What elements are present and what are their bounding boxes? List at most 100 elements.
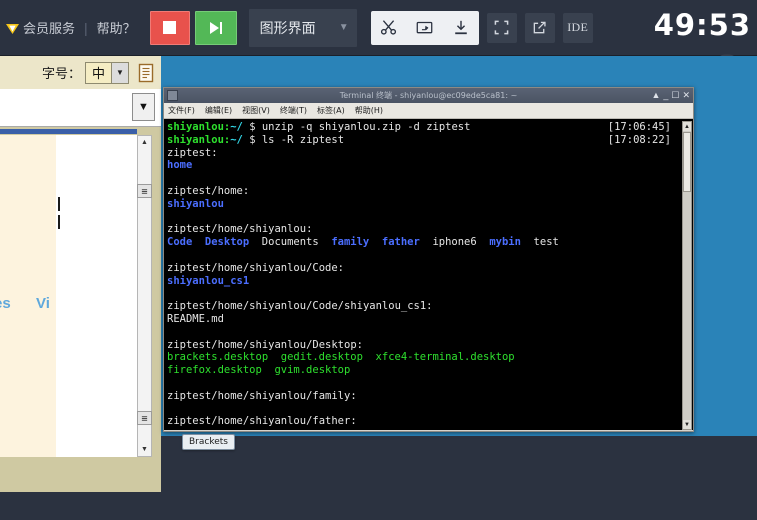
terminal-line: ziptest/home/shiyanlou: — [167, 223, 693, 236]
terminal-line: ziptest: — [167, 147, 693, 160]
font-size-select[interactable]: 中 ▼ — [84, 61, 129, 84]
external-link-icon[interactable] — [524, 12, 555, 43]
maximize-button[interactable]: ☐ — [671, 91, 679, 100]
chevron-down-icon[interactable]: ▼ — [132, 93, 155, 121]
stop-button[interactable] — [149, 10, 190, 45]
scroll-down-arrow-icon[interactable]: ▼ — [138, 443, 151, 456]
scroll-up-arrow-icon[interactable]: ▲ — [683, 122, 691, 131]
minimize-button[interactable]: _ — [663, 91, 668, 100]
text-caret — [58, 197, 60, 211]
terminal-line: ziptest/home/shiyanlou/Code: — [167, 262, 693, 275]
menu-file[interactable]: 文件(F) — [168, 105, 195, 116]
terminal-listing-item: gvim.desktop — [274, 364, 351, 377]
terminal-line: shiyanlou_cs1 — [167, 275, 693, 288]
vip-service-label: 会员服务 — [23, 21, 76, 36]
environment-select-label: 图形界面 — [259, 19, 316, 36]
help-link[interactable]: 帮助？ — [97, 18, 136, 37]
terminal-line: shiyanlou:~/ $ unzip -q shiyanlou.zip -d… — [167, 121, 693, 134]
clipped-text-1: es — [0, 295, 11, 312]
vip-diamond-icon — [5, 21, 20, 35]
shade-button[interactable]: ▲ — [651, 91, 660, 100]
clipped-text-2: Vi — [36, 295, 50, 312]
window-controls: ▲ _ ☐ ✕ — [651, 91, 690, 100]
scissors-icon[interactable] — [371, 11, 407, 45]
terminal-listing-item: Documents — [261, 236, 319, 249]
vip-service-link[interactable]: 会员服务 — [5, 18, 75, 37]
terminal-cwd: ~/ — [230, 133, 243, 146]
play-next-icon — [208, 21, 224, 35]
terminal-command: $ unzip -q shiyanlou.zip -d ziptest — [242, 121, 471, 133]
tool-icon-group — [370, 10, 479, 45]
terminal-text: ziptest/home/shiyanlou/Desktop: — [167, 338, 363, 351]
environment-select[interactable]: 图形界面 ▼ — [248, 8, 357, 47]
stop-square-icon — [163, 21, 177, 34]
fullscreen-icon[interactable] — [486, 12, 517, 43]
chevron-down-icon: ▼ — [111, 62, 128, 83]
top-toolbar: 会员服务 | 帮助？ 图形界面 ▼ IDE 49:53 — [0, 0, 757, 56]
editor-content-area[interactable]: es Vi — [0, 135, 152, 457]
terminal-line: ziptest/home/shiyanlou/family: — [167, 390, 693, 403]
terminal-listing-item: gedit.desktop — [280, 351, 363, 364]
terminal-listing-item: xfce4-terminal.desktop — [375, 351, 515, 364]
terminal-text: ziptest/home/shiyanlou/family: — [167, 389, 357, 402]
close-button[interactable]: ✕ — [682, 91, 690, 100]
terminal-listing-item: Desktop — [204, 236, 250, 249]
terminal-line: ziptest/home/shiyanlou/father: — [167, 415, 693, 428]
text-caret — [58, 215, 60, 229]
download-icon[interactable] — [443, 11, 479, 45]
terminal-line: ziptest/home/shiyanlou/Code/shiyanlou_cs… — [167, 300, 693, 313]
screenshot-icon[interactable] — [407, 11, 443, 45]
terminal-listing-item: family — [331, 236, 370, 249]
chevron-down-icon: ▼ — [338, 22, 349, 33]
terminal-timestamp: [17:06:45] — [607, 121, 671, 133]
scrollbar-thumb-top[interactable] — [137, 184, 152, 198]
terminal-window[interactable]: Terminal 终端 - shiyanlou@ec09ede5ca81: ~ … — [163, 87, 694, 432]
topbar-separator: | — [84, 19, 88, 36]
scroll-up-arrow-icon[interactable]: ▲ — [138, 136, 151, 149]
document-icon[interactable] — [137, 63, 155, 83]
terminal-directory-name: home — [167, 159, 193, 172]
font-size-value: 中 — [85, 62, 111, 83]
terminal-line: home — [167, 159, 693, 172]
play-button[interactable] — [194, 10, 237, 45]
terminal-listing-item: mybin — [489, 236, 521, 249]
menu-help[interactable]: 帮助(H) — [355, 105, 383, 116]
terminal-line: firefox.desktop gvim.desktop — [167, 364, 693, 377]
countdown-timer: 49:53 — [653, 8, 751, 42]
terminal-output-area[interactable]: shiyanlou:~/ $ unzip -q shiyanlou.zip -d… — [164, 119, 693, 430]
scrollbar-thumb-bottom[interactable] — [137, 411, 152, 425]
terminal-text: ziptest/home/shiyanlou/Code: — [167, 261, 345, 274]
selection-highlight-bar — [0, 129, 137, 134]
ide-button[interactable]: IDE — [562, 12, 593, 43]
terminal-timestamp: [17:08:22] — [607, 133, 671, 146]
terminal-prompt: shiyanlou: — [167, 121, 231, 133]
terminal-line: ziptest/home: — [167, 185, 693, 198]
menu-view[interactable]: 视图(V) — [242, 105, 270, 116]
terminal-listing-item: iphone6 — [432, 236, 477, 249]
scroll-down-arrow-icon[interactable]: ▼ — [683, 420, 691, 429]
menu-terminal[interactable]: 终端(T) — [280, 105, 307, 116]
terminal-titlebar[interactable]: Terminal 终端 - shiyanlou@ec09ede5ca81: ~ … — [164, 88, 693, 103]
font-size-toolbar: 字号： 中 ▼ — [0, 56, 161, 89]
terminal-line: README.md — [167, 313, 693, 326]
terminal-line: Code Desktop Documents family father iphone6 m… — [167, 236, 693, 249]
terminal-menubar: 文件(F) 编辑(E) 视图(V) 终端(T) 标签(A) 帮助(H) — [164, 103, 693, 119]
terminal-scrollbar[interactable]: ▲ ▼ — [682, 121, 692, 430]
terminal-listing-item: father — [381, 236, 420, 249]
terminal-prompt: shiyanlou: — [167, 133, 231, 146]
terminal-scrollbar-thumb[interactable] — [683, 132, 691, 192]
menu-tabs[interactable]: 标签(A) — [317, 105, 345, 116]
menu-edit[interactable]: 编辑(E) — [205, 105, 232, 116]
terminal-line: shiyanlou — [167, 198, 693, 211]
taskbar-item-brackets[interactable]: Brackets — [182, 434, 235, 450]
terminal-output: shiyanlou:~/ $ unzip -q shiyanlou.zip -d… — [167, 121, 693, 428]
terminal-listing-item: test — [533, 236, 559, 249]
editor-combo-bar[interactable]: ▼ — [0, 89, 161, 127]
